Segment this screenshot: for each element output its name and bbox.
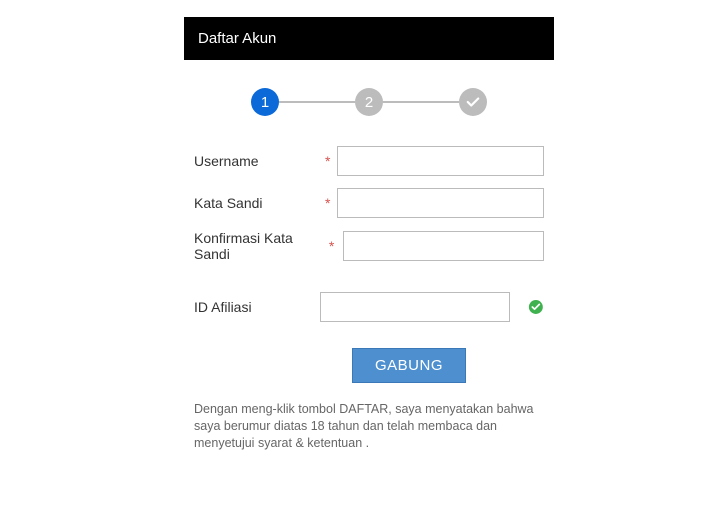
password-label: Kata Sandi [194, 195, 325, 211]
confirm-password-label: Konfirmasi Kata Sandi [194, 230, 329, 262]
required-mark: * [329, 238, 335, 254]
disclaimer-dot: . [362, 436, 369, 450]
affiliate-input[interactable] [320, 292, 510, 322]
valid-icon [528, 298, 544, 316]
progress-steps: 1 2 [184, 88, 554, 116]
password-input[interactable] [337, 188, 544, 218]
register-form: Username * Kata Sandi * Konfirmasi Kata … [184, 146, 554, 383]
step-1: 1 [251, 88, 279, 116]
check-icon [466, 95, 480, 109]
register-panel: Daftar Akun 1 2 Username * Kata Sandi * … [184, 17, 554, 452]
disclaimer-text: Dengan meng-klik tombol DAFTAR, saya men… [194, 401, 544, 452]
required-mark: * [325, 153, 337, 169]
username-label: Username [194, 153, 325, 169]
step-connector [383, 101, 459, 103]
step-2: 2 [355, 88, 383, 116]
username-input[interactable] [337, 146, 544, 176]
affiliate-label: ID Afiliasi [194, 299, 320, 315]
required-mark: * [325, 195, 337, 211]
panel-title: Daftar Akun [184, 17, 554, 60]
step-connector [279, 101, 355, 103]
submit-button[interactable]: GABUNG [352, 348, 466, 383]
step-3-icon [459, 88, 487, 116]
confirm-password-input[interactable] [343, 231, 544, 261]
terms-link[interactable]: syarat & ketentuan [258, 436, 362, 450]
